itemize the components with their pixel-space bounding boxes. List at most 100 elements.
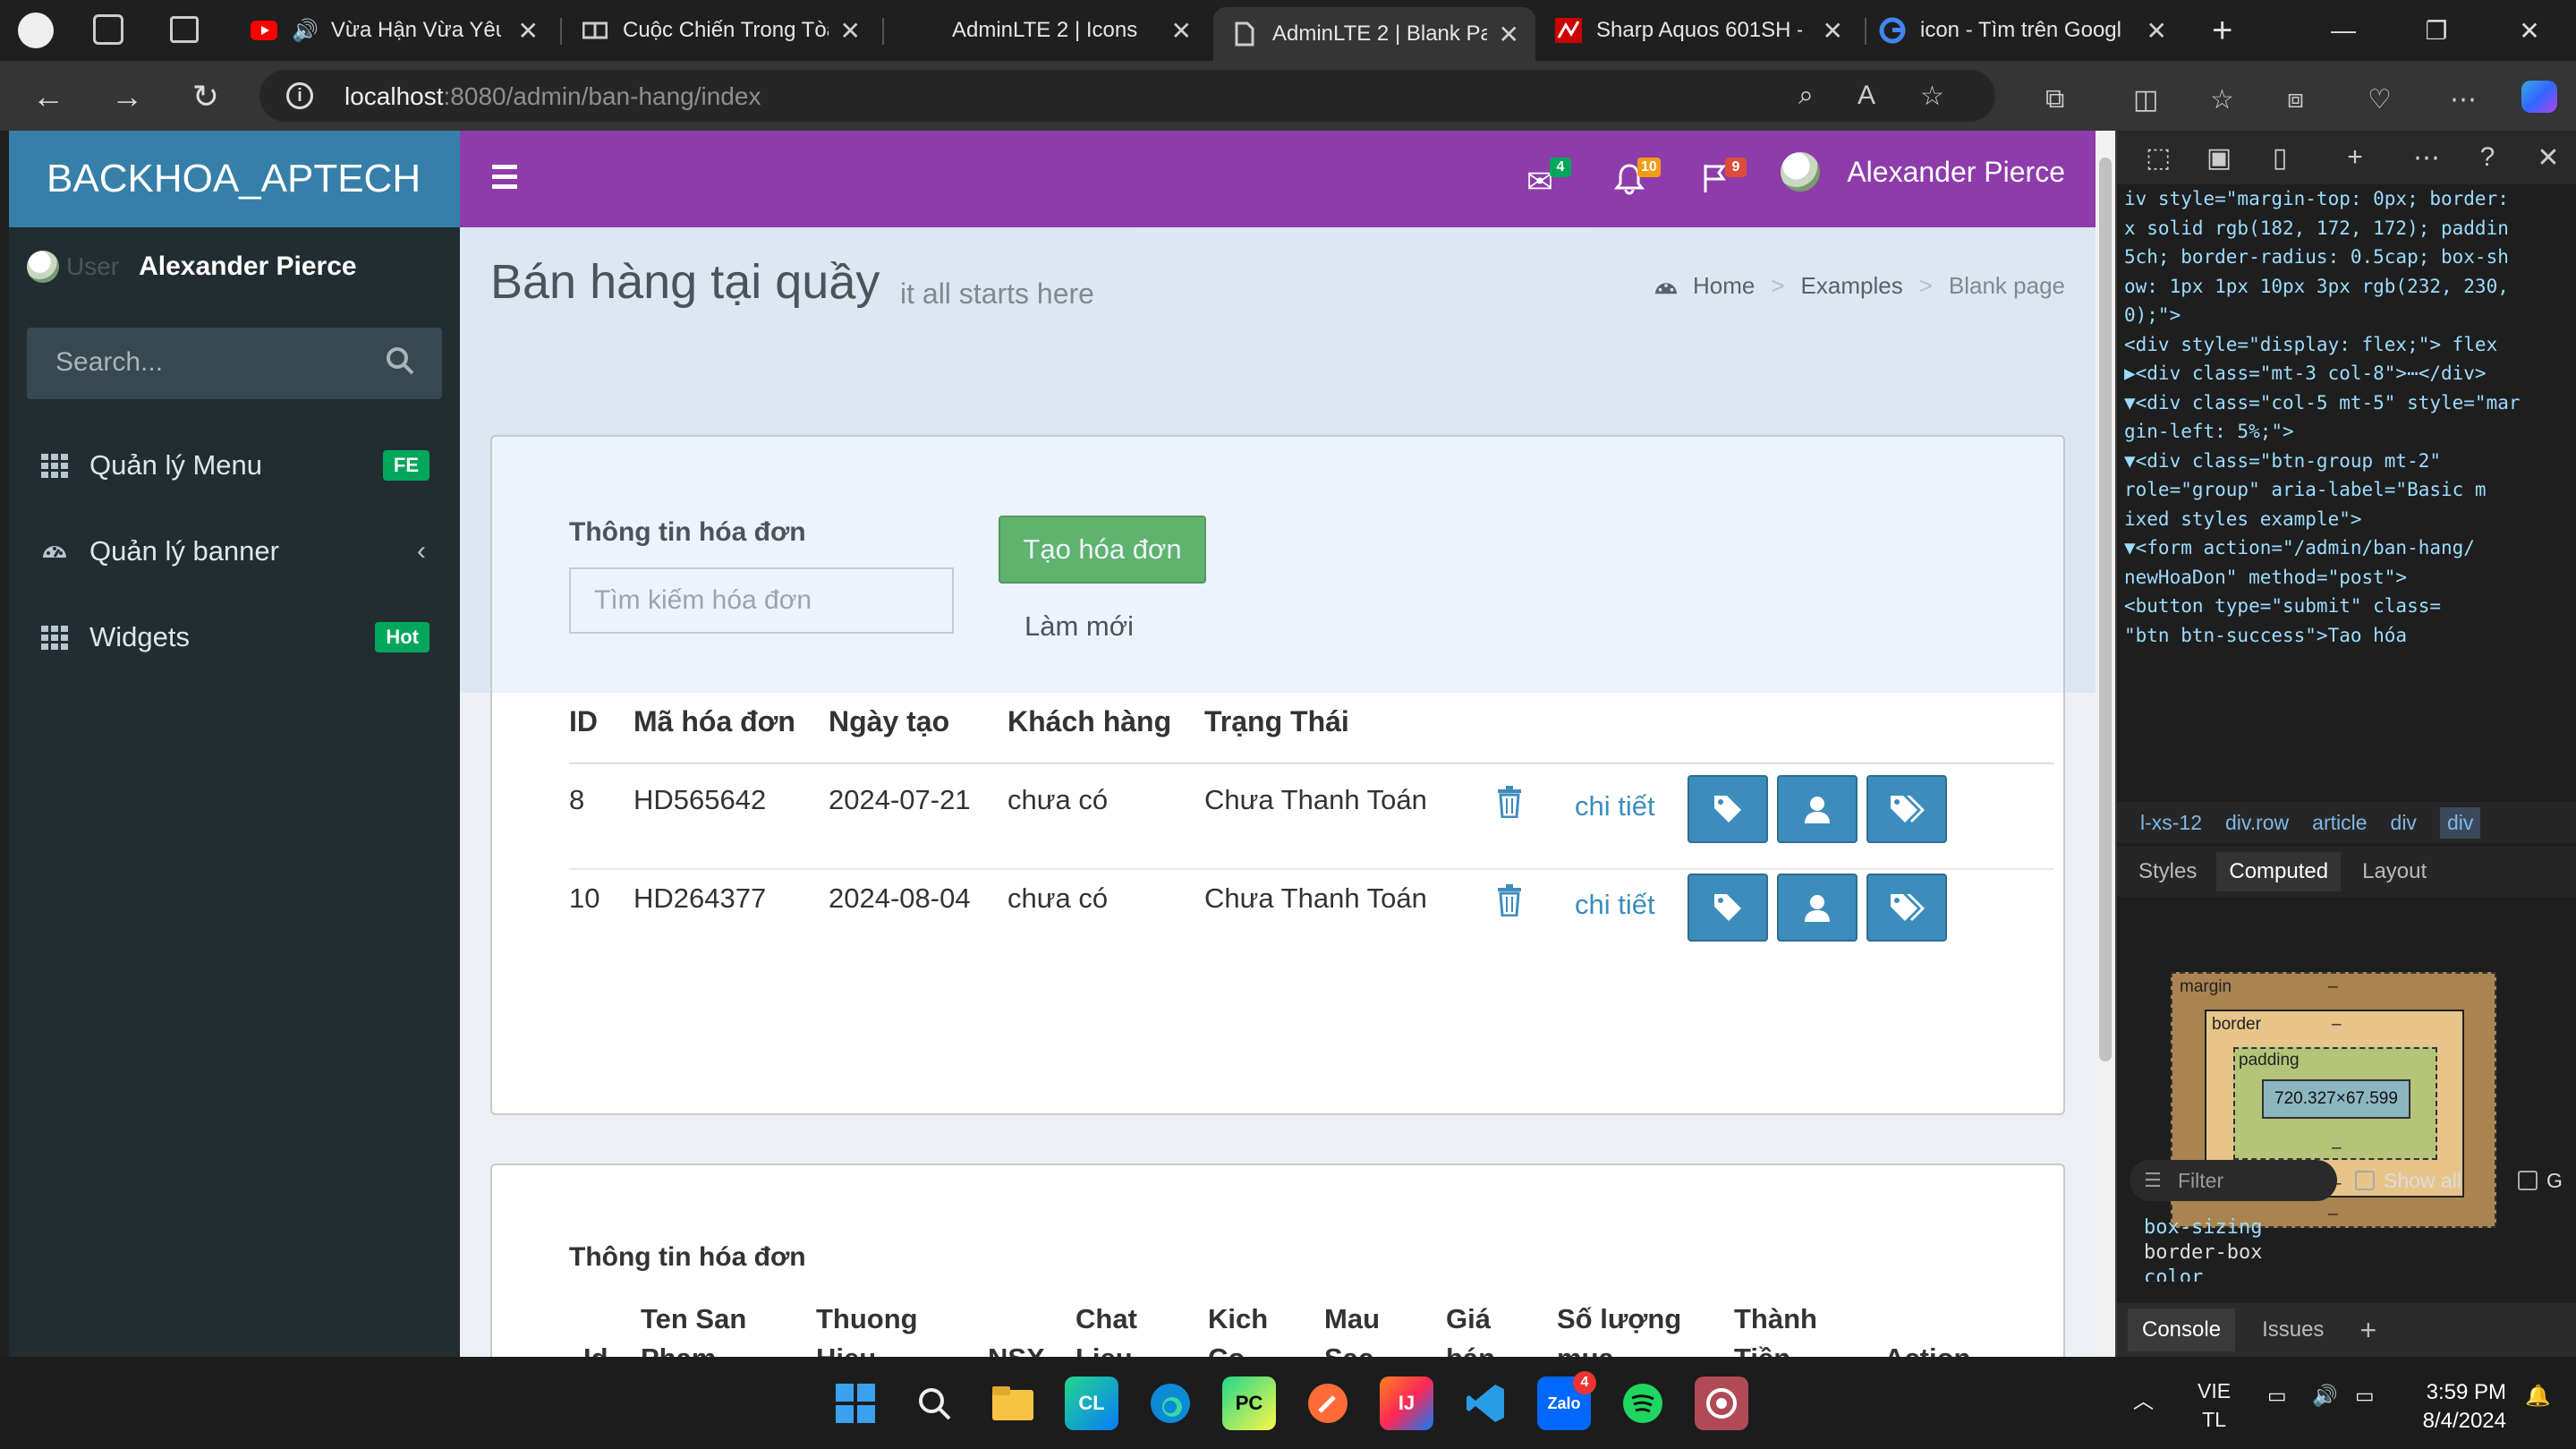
dom-line[interactable]: x solid rgb(182, 172, 172); paddin <box>2124 214 2576 243</box>
notifications-menu[interactable]: 10 <box>1611 158 1661 206</box>
url-bar[interactable]: i localhost:8080/admin/ban-hang/index ⌕ … <box>259 70 1995 122</box>
app-logo[interactable]: BACKHOA_APTECH <box>9 131 460 227</box>
tab-novel[interactable]: Cuộc Chiến Trong Tòa ✕ <box>582 7 877 54</box>
tab-adminlte-icons[interactable]: AdminLTE 2 | Icons ✕ <box>904 7 1208 54</box>
breadcrumb-examples[interactable]: Examples <box>1801 272 1903 300</box>
workspaces-icon[interactable] <box>93 14 123 45</box>
crumb[interactable]: article <box>2312 811 2367 835</box>
audio-icon[interactable]: 🔊 <box>292 18 319 44</box>
favorites-icon[interactable]: ☆ <box>2210 84 2234 115</box>
dom-line[interactable]: ixed styles example"> <box>2124 505 2576 534</box>
crumb[interactable]: div <box>2391 811 2417 835</box>
app-recorder-icon[interactable] <box>1695 1377 1748 1430</box>
pycharm-icon[interactable]: PC <box>1222 1377 1276 1430</box>
sidebar-toggle-icon[interactable] <box>492 165 517 194</box>
restore-icon[interactable]: ❐ <box>2390 0 2483 61</box>
dom-line[interactable]: role="group" aria-label="Basic m <box>2124 475 2576 505</box>
back-icon[interactable]: ← <box>27 75 70 118</box>
trash-icon[interactable] <box>1496 884 1523 916</box>
reload-icon[interactable]: ↻ <box>184 75 227 118</box>
customer-button[interactable] <box>1777 874 1858 942</box>
dom-line[interactable]: ▼<div class="btn-group mt-2" <box>2124 447 2576 476</box>
volume-icon[interactable]: 🔊 <box>2312 1384 2338 1408</box>
add-drawer-icon[interactable]: + <box>2359 1314 2376 1347</box>
zoom-icon[interactable]: ⌕ <box>1798 81 1814 111</box>
tags-button[interactable] <box>1866 775 1947 843</box>
site-info-icon[interactable]: i <box>286 82 313 109</box>
tab-youtube[interactable]: 🔊 Vừa Hận Vừa Yêu ✕ <box>251 7 555 54</box>
tab-adminlte-blank[interactable]: AdminLTE 2 | Blank Pa ✕ <box>1213 7 1535 61</box>
detail-link[interactable]: chi tiết <box>1575 889 1655 921</box>
split-screen-icon[interactable]: ◫ <box>2133 84 2158 115</box>
help-icon[interactable]: ? <box>2468 142 2507 173</box>
group-checkbox[interactable] <box>2518 1171 2538 1190</box>
more-icon[interactable]: ⋯ <box>2450 84 2477 115</box>
clock[interactable]: 3:59 PM 8/4/2024 <box>2423 1378 2506 1436</box>
trash-icon[interactable] <box>1496 786 1523 818</box>
search-icon[interactable] <box>385 345 415 376</box>
search-icon[interactable] <box>907 1377 961 1430</box>
crumb[interactable]: l-xs-12 <box>2140 811 2202 835</box>
dom-line[interactable]: ▼<form action="/admin/ban-hang/ <box>2124 533 2576 563</box>
close-tab-icon[interactable]: ✕ <box>840 16 861 46</box>
invoice-search-input[interactable] <box>569 567 954 634</box>
collections-icon[interactable]: ⧈ <box>2287 84 2304 115</box>
tab-computed[interactable]: Computed <box>2216 852 2342 891</box>
copilot-icon[interactable] <box>2521 81 2557 113</box>
tasks-menu[interactable]: 9 <box>1698 158 1747 206</box>
edge-icon[interactable] <box>1143 1377 1197 1430</box>
breadcrumb-home[interactable]: Home <box>1693 272 1755 300</box>
tag-button[interactable] <box>1688 775 1768 843</box>
read-aloud-icon[interactable]: A <box>1858 81 1875 111</box>
tab-sharp[interactable]: Sharp Aquos 601SH - ✕ <box>1555 7 1859 54</box>
dom-line[interactable]: ▶<div class="mt-3 col-8">⋯</div> <box>2124 359 2576 388</box>
dom-line[interactable]: iv style="margin-top: 0px; border: <box>2124 184 2576 214</box>
spotify-icon[interactable] <box>1616 1377 1670 1430</box>
start-icon[interactable] <box>829 1377 882 1430</box>
show-all-checkbox[interactable] <box>2355 1171 2375 1190</box>
profile-icon[interactable] <box>18 13 54 48</box>
tab-issues[interactable]: Issues <box>2262 1317 2324 1342</box>
notification-bell-icon[interactable]: 🔔 <box>2525 1384 2551 1408</box>
dom-line[interactable]: ow: 1px 1px 10px 3px rgb(232, 230, <box>2124 272 2576 302</box>
dom-line[interactable]: "btn btn-success">Tao hóa <box>2124 621 2576 651</box>
new-tab-icon[interactable]: + <box>2212 11 2232 51</box>
close-tab-icon[interactable]: ✕ <box>1499 20 1519 49</box>
dom-line[interactable]: ▼<div class="col-5 mt-5" style="mar <box>2124 388 2576 418</box>
dom-line[interactable]: <button type="submit" class= <box>2124 592 2576 621</box>
panel-icon[interactable]: ▯ <box>2260 142 2300 174</box>
close-tab-icon[interactable]: ✕ <box>1171 16 1192 46</box>
minimize-icon[interactable]: — <box>2297 0 2390 61</box>
dom-line[interactable]: 5ch; border-radius: 0.5cap; box-sh <box>2124 243 2576 272</box>
file-explorer-icon[interactable] <box>986 1377 1040 1430</box>
tag-button[interactable] <box>1688 874 1768 942</box>
user-menu[interactable]: Alexander Pierce <box>1781 152 2065 192</box>
add-tab-icon[interactable]: + <box>2335 142 2375 173</box>
close-tab-icon[interactable]: ✕ <box>2147 16 2167 46</box>
favorite-star-icon[interactable]: ☆ <box>1920 81 1944 112</box>
dom-line[interactable]: gin-left: 5%;"> <box>2124 417 2576 447</box>
url-text[interactable]: localhost:8080/admin/ban-hang/index <box>344 82 761 111</box>
sidebar-item-banner[interactable]: Quản lý banner ‹ <box>9 508 460 594</box>
close-window-icon[interactable]: ✕ <box>2483 0 2576 61</box>
detail-link[interactable]: chi tiết <box>1575 790 1655 823</box>
property-name[interactable]: color <box>2144 1266 2576 1282</box>
refresh-button[interactable]: Làm mới <box>999 592 1160 661</box>
network-icon[interactable]: ▭ <box>2267 1384 2287 1408</box>
zalo-icon[interactable]: Zalo 4 <box>1537 1371 1596 1430</box>
messages-menu[interactable]: ✉ 4 <box>1523 158 1571 206</box>
tab-google[interactable]: icon - Tìm trên Googl ✕ <box>1879 7 2183 54</box>
close-tab-icon[interactable]: ✕ <box>1823 16 1843 46</box>
clion-icon[interactable]: CL <box>1065 1377 1118 1430</box>
close-icon[interactable]: ✕ <box>2529 142 2568 174</box>
property-name[interactable]: box-sizing <box>2144 1215 2576 1240</box>
sidebar-item-menu[interactable]: Quản lý Menu FE <box>9 422 460 508</box>
extensions-icon[interactable]: ⧉ <box>2045 84 2064 115</box>
crumb-selected[interactable]: div <box>2439 806 2481 839</box>
elements-tree[interactable]: iv style="margin-top: 0px; border: x sol… <box>2117 184 2576 802</box>
create-invoice-button[interactable]: Tạo hóa đơn <box>999 516 1206 584</box>
language-indicator[interactable]: VIE TL <box>2198 1377 2231 1434</box>
tab-actions-icon[interactable] <box>170 16 199 43</box>
close-tab-icon[interactable]: ✕ <box>518 16 539 46</box>
chevron-up-icon[interactable]: ︿ <box>2133 1384 2154 1414</box>
